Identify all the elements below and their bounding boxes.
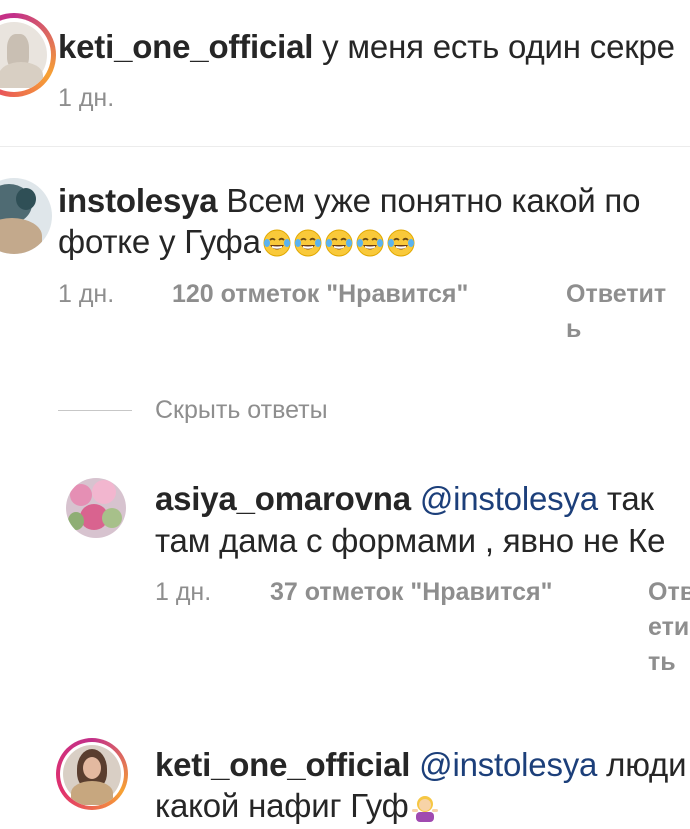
comment-text-line: фотке у Гуфа	[58, 225, 416, 258]
joy-emoji	[325, 229, 353, 257]
reply-text-line: keti_one_official @instolesya люди	[155, 746, 687, 783]
reply-time: 1 дн.	[155, 578, 212, 606]
reply-label-line: Отв	[648, 578, 690, 606]
comment-body: у меня есть один секре	[322, 28, 675, 65]
reply-body: там дама с формами , явно не Ке	[155, 522, 666, 559]
hide-replies-rule	[58, 410, 132, 411]
joy-emoji-group	[261, 223, 416, 260]
comment-time: 1 дн.	[58, 280, 115, 308]
comment-text: keti_one_official у меня есть один секре	[58, 30, 675, 63]
username[interactable]: keti_one_official	[155, 746, 410, 783]
reply-body: люди	[606, 746, 687, 783]
reply-body: какой нафиг Гуф	[155, 787, 409, 824]
username[interactable]: asiya_omarovna	[155, 480, 411, 517]
likes-count[interactable]: 37 отметок "Нравится"	[270, 580, 552, 605]
avatar[interactable]	[0, 178, 52, 254]
comment-body: Всем уже понятно какой по	[226, 182, 641, 219]
joy-emoji	[294, 229, 322, 257]
comment-text-line: instolesya Всем уже понятно какой по	[58, 184, 640, 217]
reply-label-line: ь	[566, 315, 582, 343]
hide-replies-button[interactable]: Скрыть ответы	[155, 398, 328, 423]
reply-label-line: Ответит	[566, 280, 667, 308]
joy-emoji	[356, 229, 384, 257]
reply-button[interactable]: Отв ети ть	[648, 575, 690, 680]
woman-shrugging-emoji	[411, 796, 438, 822]
reply-label-line: ть	[648, 648, 676, 676]
reply-button[interactable]: Ответит ь	[566, 277, 666, 347]
username[interactable]: keti_one_official	[58, 28, 313, 65]
comment-body: фотке у Гуфа	[58, 223, 261, 260]
reply-body: так	[606, 480, 654, 517]
comment-time: 1 дн.	[58, 84, 115, 112]
mention-link[interactable]: @instolesya	[419, 746, 597, 783]
mention-link[interactable]: @instolesya	[420, 480, 598, 517]
avatar[interactable]	[60, 742, 124, 806]
joy-emoji	[387, 229, 415, 257]
joy-emoji	[263, 229, 291, 257]
reply-text-line: там дама с формами , явно не Ке	[155, 524, 665, 557]
username[interactable]: instolesya	[58, 182, 218, 219]
avatar[interactable]	[66, 478, 126, 538]
reply-label-line: ети	[648, 613, 690, 641]
reply-text-line: какой нафиг Гуф	[155, 789, 440, 822]
divider	[0, 146, 690, 147]
likes-count[interactable]: 120 отметок "Нравится"	[172, 282, 468, 307]
reply-text-line: asiya_omarovna @instolesya так	[155, 482, 654, 515]
